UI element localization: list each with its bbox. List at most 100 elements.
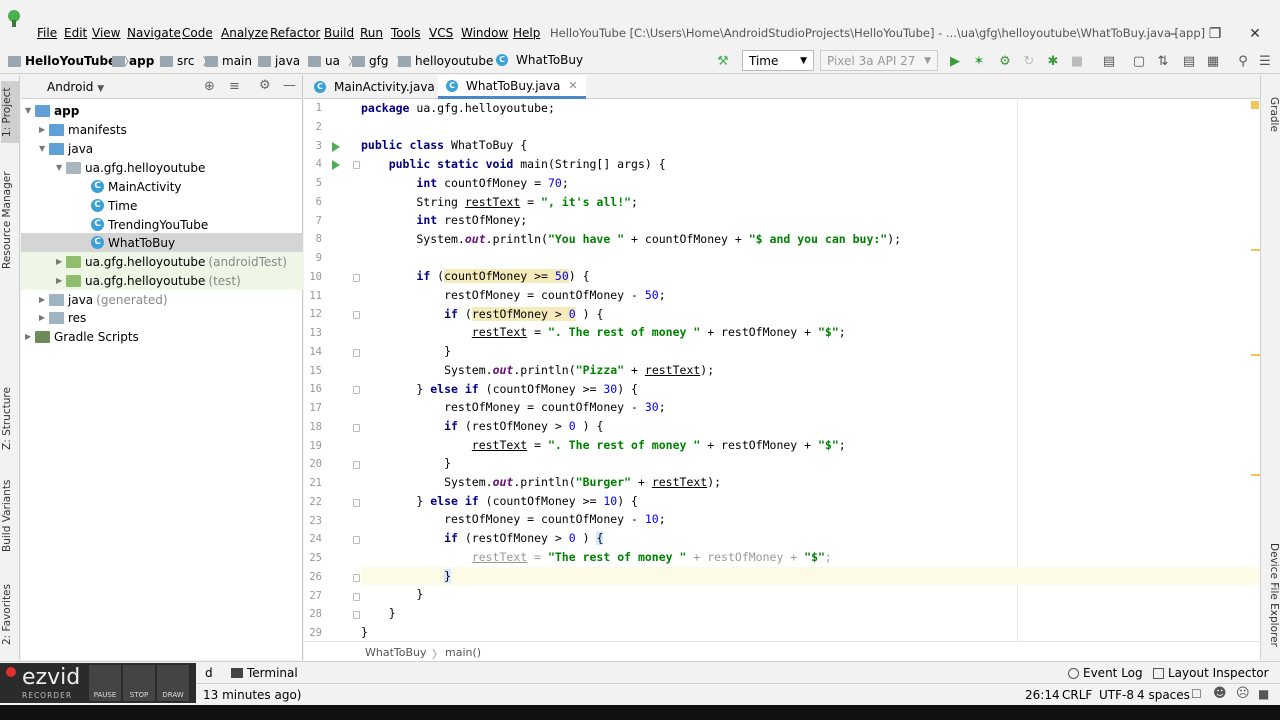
- avd-manager-icon[interactable]: ▢: [1130, 52, 1148, 70]
- tree-item-package-androidtest[interactable]: ▶ ua.gfg.helloyoutube (androidTest): [21, 252, 303, 271]
- collapse-all-icon[interactable]: ≡: [229, 79, 240, 94]
- menu-run[interactable]: Run: [356, 26, 387, 40]
- tree-item-java[interactable]: ▼ java: [21, 139, 303, 158]
- gear-icon[interactable]: ⚙: [259, 78, 271, 93]
- menu-vcs[interactable]: VCS: [425, 26, 457, 40]
- indent-setting[interactable]: 4 spaces: [1137, 688, 1190, 702]
- status-message: 13 minutes ago): [203, 688, 302, 702]
- fold-marker-icon[interactable]: [353, 274, 360, 282]
- tool-tab-layout-inspector[interactable]: Layout Inspector: [1153, 666, 1269, 680]
- close-icon[interactable]: ✕: [1242, 24, 1268, 44]
- hide-panel-icon[interactable]: —: [283, 78, 296, 93]
- stop-icon[interactable]: ■: [1068, 52, 1086, 70]
- tree-item-app[interactable]: ▼ app: [21, 101, 303, 120]
- line-number: 18: [309, 421, 322, 433]
- apply-changes-icon[interactable]: ⚙: [996, 52, 1014, 70]
- tool-tab-terminal[interactable]: Terminal: [231, 666, 298, 680]
- tool-tab-favorites[interactable]: 2: Favorites: [1, 580, 19, 650]
- tree-item-java-generated[interactable]: ▶ java (generated): [21, 290, 303, 309]
- profile-icon[interactable]: ▤: [1180, 52, 1198, 70]
- breadcrumb-method[interactable]: main(): [445, 646, 481, 659]
- code-line: restOfMoney = countOfMoney - 10;: [361, 512, 666, 527]
- tree-item-manifests[interactable]: ▶ manifests: [21, 120, 303, 139]
- menu-edit[interactable]: Edit: [60, 26, 91, 40]
- menu-help[interactable]: Help: [509, 26, 544, 40]
- tab-whattobuy[interactable]: C WhatToBuy.java ✕: [438, 75, 586, 99]
- tree-item-gradle-scripts[interactable]: ▶ Gradle Scripts: [21, 327, 303, 346]
- fold-marker-icon[interactable]: [353, 161, 360, 169]
- project-view-select[interactable]: Android ▼: [47, 80, 104, 94]
- tool-tab-build-variants[interactable]: Build Variants: [1, 475, 19, 557]
- tree-item-mainactivity[interactable]: C MainActivity: [21, 177, 303, 196]
- locate-icon[interactable]: ⊕: [204, 79, 215, 94]
- tab-mainactivity[interactable]: C MainActivity.java✕: [306, 75, 460, 99]
- menu-tools[interactable]: Tools: [387, 26, 425, 40]
- debug-icon[interactable]: ✶: [970, 52, 988, 70]
- maximize-icon[interactable]: ❐: [1202, 24, 1228, 44]
- menu-refactor[interactable]: Refactor: [266, 26, 324, 40]
- fold-marker-icon[interactable]: [353, 574, 360, 582]
- stop-button[interactable]: STOP: [123, 665, 155, 701]
- fold-marker-icon[interactable]: [353, 536, 360, 544]
- line-separator[interactable]: CRLF: [1062, 688, 1092, 702]
- fold-marker-icon[interactable]: [353, 349, 360, 357]
- tool-tab-project[interactable]: 1: Project: [1, 81, 19, 143]
- tool-tab-event-log[interactable]: Event Log: [1068, 666, 1143, 680]
- settings-icon[interactable]: ☰: [1256, 52, 1274, 70]
- menu-window[interactable]: Window: [457, 26, 512, 40]
- tree-item-whattobuy[interactable]: C WhatToBuy: [21, 233, 303, 252]
- sdk-manager-icon[interactable]: ⇅: [1154, 52, 1172, 70]
- menu-code[interactable]: Code: [178, 26, 217, 40]
- warning-mark[interactable]: [1251, 354, 1260, 356]
- tree-item-package[interactable]: ▼ ua.gfg.helloyoutube: [21, 158, 303, 177]
- tool-tab-structure[interactable]: Z: Structure: [1, 383, 19, 455]
- fold-marker-icon[interactable]: [353, 461, 360, 469]
- menu-navigate[interactable]: Navigate: [123, 26, 185, 40]
- fold-marker-icon[interactable]: [353, 611, 360, 619]
- apply-code-changes-icon[interactable]: ↻: [1020, 52, 1038, 70]
- fold-marker-icon[interactable]: [353, 386, 360, 394]
- tree-item-package-test[interactable]: ▶ ua.gfg.helloyoutube (test): [21, 271, 303, 290]
- warning-mark[interactable]: [1251, 249, 1260, 251]
- run-icon[interactable]: ▶: [946, 52, 964, 70]
- hammer-build-icon[interactable]: ⚒: [714, 52, 732, 70]
- run-configuration-select[interactable]: Time ▼: [742, 50, 814, 71]
- tree-item-trendingyoutube[interactable]: C TrendingYouTube: [21, 215, 303, 234]
- cursor-position[interactable]: 26:14: [1025, 688, 1060, 702]
- tool-tab-resource-manager[interactable]: Resource Manager: [1, 165, 19, 275]
- inspector-icon[interactable]: ☻: [1213, 686, 1227, 701]
- layout-inspector-icon[interactable]: ▦: [1204, 52, 1222, 70]
- sync-project-icon[interactable]: ▤: [1100, 52, 1118, 70]
- tool-tab-device-file-explorer[interactable]: Device File Explorer: [1262, 543, 1280, 655]
- close-tab-icon[interactable]: ✕: [568, 79, 577, 92]
- file-encoding[interactable]: UTF-8: [1099, 688, 1134, 702]
- tree-item-time[interactable]: C Time: [21, 196, 303, 215]
- tool-tab-gradle[interactable]: Gradle: [1262, 97, 1280, 137]
- tool-tab-partial[interactable]: d: [205, 666, 213, 680]
- fold-marker-icon[interactable]: [353, 311, 360, 319]
- fold-marker-icon[interactable]: [353, 499, 360, 507]
- lock-icon[interactable]: ☐: [1191, 687, 1202, 701]
- draw-button[interactable]: DRAW: [157, 665, 189, 701]
- pause-button[interactable]: PAUSE: [89, 665, 121, 701]
- attach-debugger-icon[interactable]: ✱: [1044, 52, 1062, 70]
- device-select[interactable]: Pixel 3a API 27 ▼: [820, 50, 938, 71]
- warning-mark[interactable]: [1251, 101, 1259, 109]
- run-main-icon[interactable]: [332, 160, 340, 170]
- breadcrumb-class[interactable]: WhatToBuy: [365, 646, 427, 659]
- menu-analyze[interactable]: Analyze: [217, 26, 272, 40]
- menu-view[interactable]: View: [88, 26, 124, 40]
- code-area[interactable]: package ua.gfg.helloyoutube; public clas…: [361, 99, 1260, 643]
- menu-build[interactable]: Build: [320, 26, 358, 40]
- search-icon[interactable]: ⚲: [1234, 52, 1252, 70]
- breadcrumb-whattobuy[interactable]: C WhatToBuy: [496, 53, 583, 67]
- fold-marker-icon[interactable]: [353, 424, 360, 432]
- menu-file[interactable]: File: [33, 26, 61, 40]
- feedback-icon[interactable]: ☹: [1236, 686, 1250, 701]
- warning-mark[interactable]: [1251, 474, 1260, 476]
- code-line: }: [361, 605, 396, 620]
- tree-item-res[interactable]: ▶ res: [21, 308, 303, 327]
- minimize-icon[interactable]: –: [1160, 24, 1186, 44]
- fold-marker-icon[interactable]: [353, 593, 360, 601]
- run-class-icon[interactable]: [332, 142, 340, 152]
